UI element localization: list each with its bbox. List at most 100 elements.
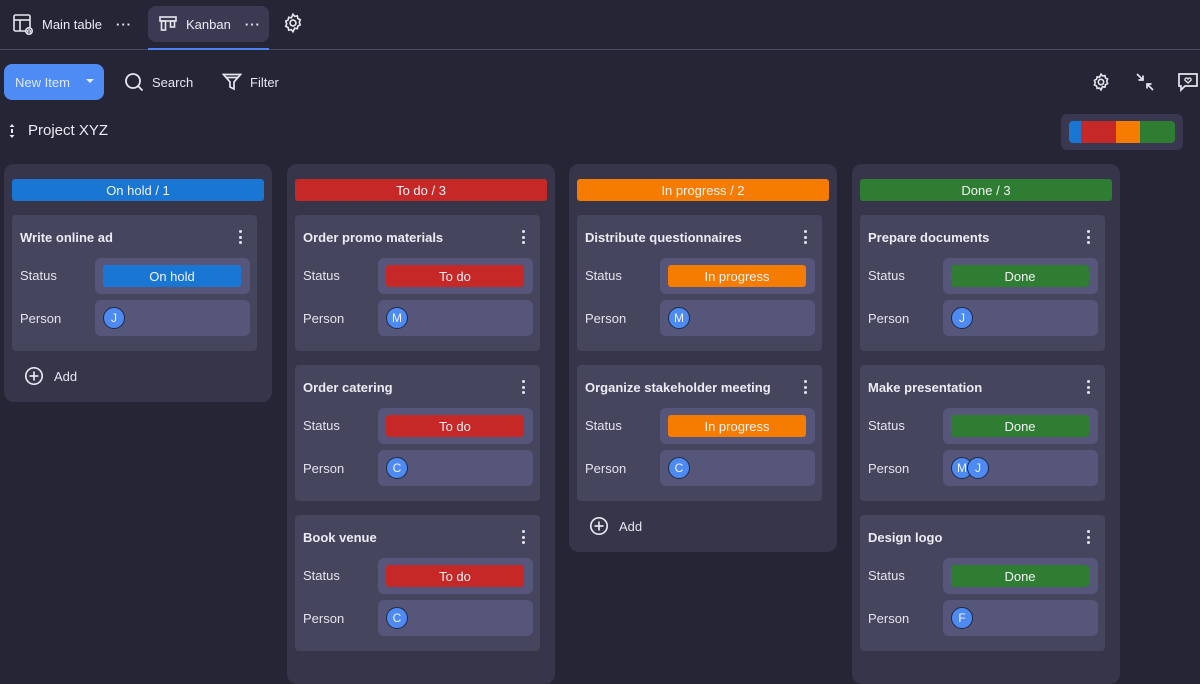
status-field[interactable]: To do <box>378 258 533 294</box>
avatar: J <box>103 307 125 329</box>
more-vertical-icon[interactable] <box>1085 230 1091 244</box>
person-field[interactable]: C <box>378 600 533 636</box>
status-field[interactable]: In progress <box>660 408 815 444</box>
add-label: Add <box>54 368 78 384</box>
more-vertical-icon[interactable] <box>520 230 526 244</box>
filter-icon <box>222 72 242 92</box>
status-field[interactable]: To do <box>378 558 533 594</box>
status-badge: On hold <box>103 265 241 287</box>
person-field[interactable]: C <box>660 450 815 486</box>
status-label: Status <box>868 268 905 283</box>
add-circle-icon <box>24 366 44 386</box>
status-field[interactable]: On hold <box>95 258 250 294</box>
kanban-column: Done / 3 Prepare documents Status Done Perso… <box>852 164 1120 684</box>
more-vertical-icon[interactable] <box>1085 380 1091 394</box>
person-field[interactable]: MJ <box>943 450 1098 486</box>
chevron-down-icon[interactable] <box>86 79 94 83</box>
avatar: C <box>668 457 690 479</box>
more-vertical-icon[interactable] <box>237 230 243 244</box>
column-header[interactable]: On hold / 1 <box>12 179 264 201</box>
person-field[interactable]: M <box>660 300 815 336</box>
more-vertical-icon[interactable] <box>802 380 808 394</box>
card-title: Design logo <box>868 530 943 545</box>
kanban-card[interactable]: Design logo Status Done Person F <box>860 515 1105 651</box>
project-title: Project XYZ <box>28 122 109 139</box>
status-label: Status <box>303 268 340 283</box>
card-title: Order promo materials <box>303 230 444 245</box>
avatar: C <box>386 457 408 479</box>
feedback-icon[interactable] <box>1177 72 1199 92</box>
status-badge: Done <box>951 565 1089 587</box>
more-vertical-icon[interactable] <box>520 530 526 544</box>
card-title: Write online ad <box>20 230 113 245</box>
add-circle-icon <box>589 516 609 536</box>
search-icon <box>124 72 144 92</box>
status-badge: In progress <box>668 415 806 437</box>
column-header[interactable]: To do / 3 <box>295 179 547 201</box>
kanban-card[interactable]: Organize stakeholder meeting Status In pro… <box>577 365 822 501</box>
status-label: Status <box>303 568 340 583</box>
tab-main-table[interactable]: Main table ··· <box>12 6 132 42</box>
status-field[interactable]: In progress <box>660 258 815 294</box>
summary-segment-to-do <box>1080 121 1117 143</box>
status-field[interactable]: Done <box>943 258 1098 294</box>
status-badge: To do <box>386 565 524 587</box>
status-badge: To do <box>386 265 524 287</box>
status-field[interactable]: Done <box>943 408 1098 444</box>
more-vertical-icon[interactable] <box>520 380 526 394</box>
status-label: Status <box>585 268 622 283</box>
column-header[interactable]: In progress / 2 <box>577 179 829 201</box>
kanban-card[interactable]: Order promo materials Status To do Person M <box>295 215 540 351</box>
person-label: Person <box>303 461 345 476</box>
status-summary[interactable] <box>1061 114 1183 150</box>
status-field[interactable]: To do <box>378 408 533 444</box>
avatar: M <box>668 307 690 329</box>
person-field[interactable]: J <box>943 300 1098 336</box>
kanban-card[interactable]: Order catering Status To do Person C <box>295 365 540 501</box>
tab-main-table-label: Main table <box>42 16 102 32</box>
person-field[interactable]: J <box>95 300 250 336</box>
add-item-button[interactable]: Add <box>24 365 272 387</box>
kanban-card[interactable]: Prepare documents Status Done Person J <box>860 215 1105 351</box>
add-item-button[interactable]: Add <box>589 515 837 537</box>
status-badge: In progress <box>668 265 806 287</box>
person-field[interactable]: F <box>943 600 1098 636</box>
tab-kanban[interactable]: Kanban ··· <box>148 6 269 50</box>
search-button[interactable]: Search <box>124 64 193 100</box>
kanban-card[interactable]: Distribute questionnaires Status In progre… <box>577 215 822 351</box>
avatar: C <box>386 607 408 629</box>
more-vertical-icon[interactable] <box>802 230 808 244</box>
status-badge: Done <box>951 265 1089 287</box>
kanban-card[interactable]: Write online ad Status On hold Person J <box>12 215 257 351</box>
kanban-column: To do / 3 Order promo materials Status To d… <box>287 164 555 684</box>
more-vertical-icon[interactable] <box>1085 530 1091 544</box>
person-label: Person <box>20 311 62 326</box>
status-label: Status <box>20 268 57 283</box>
person-label: Person <box>585 311 627 326</box>
kanban-column: In progress / 2 Distribute questionnaires… <box>569 164 837 552</box>
person-label: Person <box>303 311 345 326</box>
new-item-button[interactable]: New Item <box>4 64 104 100</box>
view-tab-bar: Main table ··· Kanban ··· <box>0 0 1200 50</box>
kanban-card[interactable]: Make presentation Status Done Person M J <box>860 365 1105 501</box>
collapse-icon[interactable] <box>1135 72 1155 92</box>
status-label: Status <box>868 568 905 583</box>
kanban-icon <box>158 15 178 33</box>
tab-main-table-menu[interactable]: ··· <box>116 17 132 32</box>
status-field[interactable]: Done <box>943 558 1098 594</box>
avatar: M <box>386 307 408 329</box>
person-field[interactable]: C <box>378 450 533 486</box>
avatar: J <box>951 307 973 329</box>
kanban-card[interactable]: Book venue Status To do Person C <box>295 515 540 651</box>
tab-kanban-menu[interactable]: ··· <box>245 17 261 32</box>
column-header[interactable]: Done / 3 <box>860 179 1112 201</box>
view-settings-gear-icon[interactable] <box>282 12 304 34</box>
status-label: Status <box>868 418 905 433</box>
filter-button[interactable]: Filter <box>222 64 279 100</box>
person-field[interactable]: M <box>378 300 533 336</box>
person-label: Person <box>868 311 910 326</box>
avatar: J <box>967 457 989 479</box>
board-settings-gear-icon[interactable] <box>1091 72 1111 92</box>
expand-collapse-icon[interactable] <box>8 123 16 138</box>
status-label: Status <box>585 418 622 433</box>
